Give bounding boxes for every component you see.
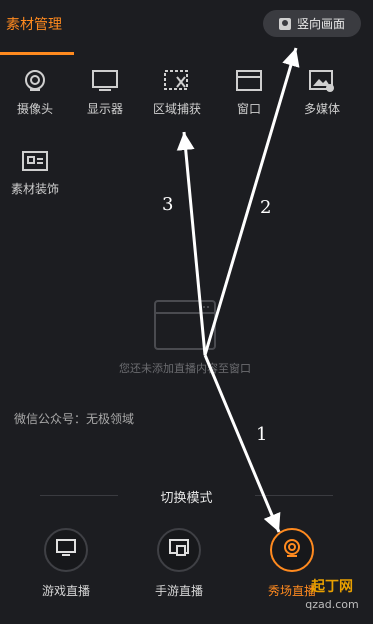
monitor-icon — [91, 68, 119, 94]
watermark-url: qzad.com — [305, 598, 359, 611]
mode-circle[interactable] — [270, 528, 314, 572]
vertical-screen-label: 竖向画面 — [296, 17, 345, 31]
source-label: 显示器 — [86, 102, 123, 116]
top-bar: 素材管理 竖向画面 — [0, 0, 373, 56]
watermark-title: 起丁网 — [311, 579, 353, 595]
media-icon — [308, 68, 336, 94]
annotation-number-3: 3 — [162, 194, 173, 215]
tv-icon — [56, 539, 76, 561]
source-label: 窗口 — [236, 102, 261, 116]
source-window[interactable]: 窗口 — [214, 68, 284, 128]
webcam-icon — [282, 538, 302, 562]
mode-switch-title: 切换模式 — [160, 491, 213, 506]
mode-game-live[interactable]: 游戏直播 — [26, 528, 106, 599]
tab-underline — [0, 52, 74, 55]
source-decoration[interactable]: 素材装饰 — [0, 148, 70, 208]
source-label: 区域捕获 — [152, 102, 201, 116]
tab-material-manage[interactable]: 素材管理 — [0, 8, 74, 42]
watermark: 起丁网 qzad.com — [297, 578, 367, 618]
source-monitor[interactable]: 显示器 — [70, 68, 140, 128]
source-label: 多媒体 — [303, 102, 340, 116]
region-capture-icon — [163, 68, 191, 94]
decoration-icon — [21, 148, 49, 174]
annotation-number-2: 2 — [260, 197, 271, 218]
annotation-number-1: 1 — [256, 424, 267, 445]
mode-mobile-game-live[interactable]: 手游直播 — [139, 528, 219, 599]
source-region-capture[interactable]: 区域捕获 — [142, 68, 212, 128]
empty-window-icon — [154, 300, 216, 350]
mode-circle[interactable] — [44, 528, 88, 572]
phone-cast-icon — [169, 539, 189, 561]
source-media[interactable]: 多媒体 — [287, 68, 357, 128]
mode-label: 游戏直播 — [41, 584, 90, 598]
mode-circle[interactable] — [157, 528, 201, 572]
wechat-note: 微信公众号：无极领域 — [14, 412, 135, 426]
divider-right — [255, 495, 333, 496]
source-label: 摄像头 — [16, 102, 53, 116]
window-icon — [235, 68, 263, 94]
empty-state: 您还未添加直播内容至窗口 — [90, 300, 280, 380]
camera-icon — [21, 68, 49, 94]
source-camera[interactable]: 摄像头 — [0, 68, 70, 128]
mode-label: 手游直播 — [154, 584, 203, 598]
portrait-icon — [278, 17, 291, 30]
empty-state-text: 您还未添加直播内容至窗口 — [119, 362, 251, 375]
source-label: 素材装饰 — [10, 182, 59, 196]
vertical-screen-button[interactable]: 竖向画面 — [263, 10, 361, 37]
